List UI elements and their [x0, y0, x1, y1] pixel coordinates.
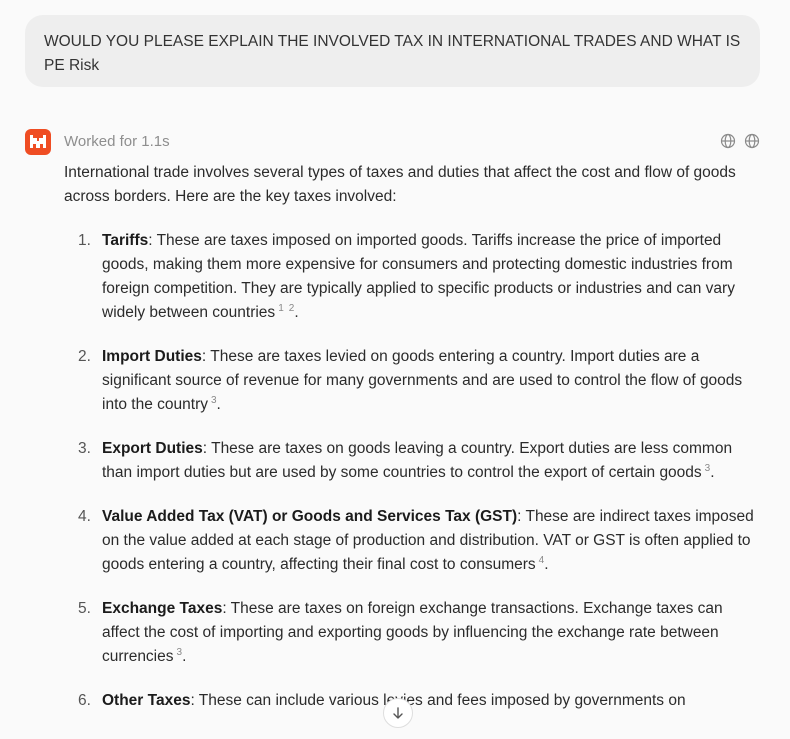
item-text: : These are taxes imposed on imported go… — [102, 232, 735, 321]
list-item: 5. Exchange Taxes: These are taxes on fo… — [64, 597, 764, 669]
citation-link[interactable]: 1 — [278, 303, 284, 314]
list-number: 4. — [78, 508, 91, 525]
list-number: 2. — [78, 348, 91, 365]
assistant-answer: International trade involves several typ… — [64, 161, 764, 733]
item-term: Tariffs — [102, 232, 149, 249]
header-actions — [720, 133, 760, 149]
list-item: 1. Tariffs: These are taxes imposed on i… — [64, 229, 764, 325]
chat-page: WOULD YOU PLEASE EXPLAIN THE INVOLVED TA… — [0, 0, 790, 739]
item-term: Value Added Tax (VAT) or Goods and Servi… — [102, 508, 518, 525]
user-message-text: WOULD YOU PLEASE EXPLAIN THE INVOLVED TA… — [44, 33, 741, 74]
item-term: Export Duties — [102, 440, 203, 457]
list-item: 2. Import Duties: These are taxes levied… — [64, 345, 764, 417]
list-item: 3. Export Duties: These are taxes on goo… — [64, 437, 764, 485]
globe-icon[interactable] — [720, 133, 736, 149]
item-term: Import Duties — [102, 348, 202, 365]
list-item: 4. Value Added Tax (VAT) or Goods and Se… — [64, 505, 764, 577]
item-end: . — [294, 304, 299, 321]
globe-icon[interactable] — [744, 133, 760, 149]
brand-logo-icon — [30, 135, 46, 148]
list-number: 5. — [78, 600, 91, 617]
tax-list: 1. Tariffs: These are taxes imposed on i… — [64, 229, 764, 713]
item-term: Other Taxes — [102, 692, 191, 709]
item-end: . — [182, 648, 187, 665]
answer-intro: International trade involves several typ… — [64, 164, 736, 205]
list-number: 6. — [78, 692, 91, 709]
item-end: . — [544, 556, 549, 573]
arrow-down-icon — [393, 707, 403, 719]
list-number: 3. — [78, 440, 91, 457]
item-term: Exchange Taxes — [102, 600, 223, 617]
worked-for-label: Worked for 1.1s — [64, 133, 170, 150]
scroll-to-bottom-button[interactable] — [383, 698, 413, 728]
list-number: 1. — [78, 232, 91, 249]
item-end: . — [216, 396, 221, 413]
item-end: . — [710, 464, 715, 481]
user-message-bubble: WOULD YOU PLEASE EXPLAIN THE INVOLVED TA… — [25, 15, 760, 87]
item-text: : These can include various levies and f… — [190, 692, 686, 709]
list-item: 6. Other Taxes: These can include variou… — [64, 689, 764, 713]
assistant-avatar — [25, 129, 51, 155]
